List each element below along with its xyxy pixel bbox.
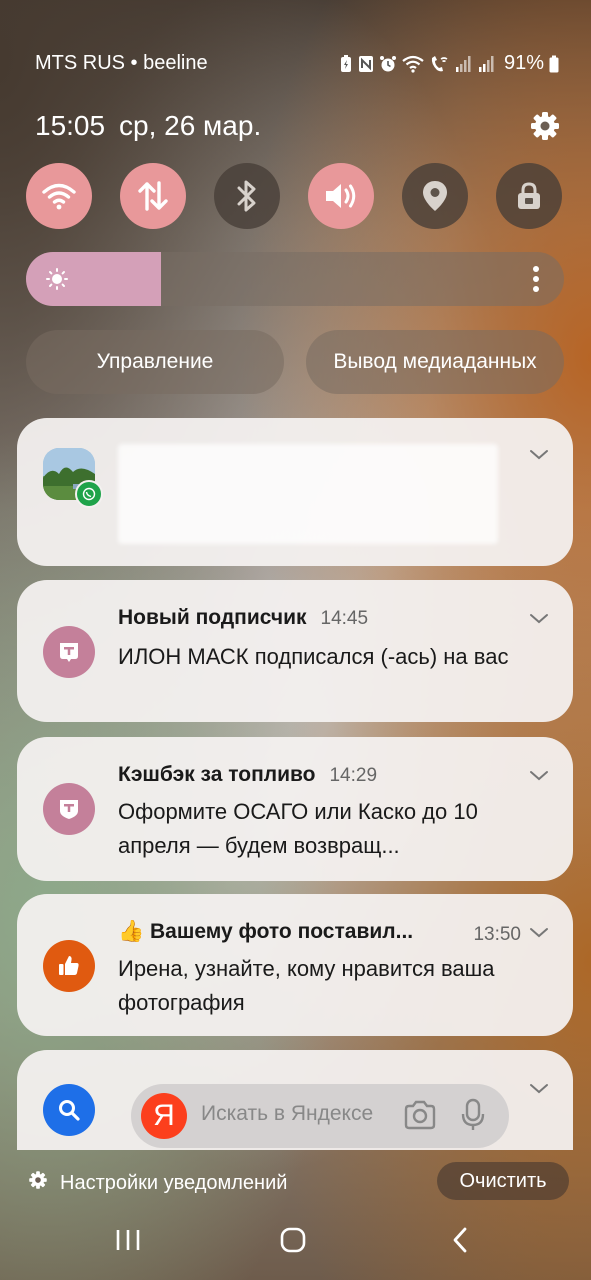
back-button[interactable] xyxy=(430,1220,490,1264)
navigation-bar xyxy=(0,1220,591,1264)
notification-body: Оформите ОСАГО или Каско до 10 апреля — … xyxy=(118,799,478,858)
notification-fuel-cashback[interactable]: Кэшбэк за топливо 14:29 Оформите ОСАГО ил… xyxy=(17,737,573,881)
notification-photo-like[interactable]: 👍 Вашему фото поставил... 13:50 Ирена, у… xyxy=(17,894,573,1036)
notification-settings-label: Настройки уведомлений xyxy=(60,1171,288,1194)
data-arrows-icon xyxy=(137,181,169,211)
quick-settings-row xyxy=(26,163,566,229)
sound-toggle[interactable] xyxy=(308,163,374,229)
notification-title-text: Кэшбэк за топливо xyxy=(118,763,316,786)
notification-time: 14:29 xyxy=(329,765,378,786)
battery-percent: 91% xyxy=(503,52,544,74)
notification-settings-link[interactable]: Настройки уведомлений xyxy=(28,1170,287,1196)
expand-chevron-icon[interactable] xyxy=(529,769,549,781)
notification-new-follower[interactable]: Новый подписчик 14:45 ИЛОН МАСК подписалс… xyxy=(17,580,573,722)
more-options-icon[interactable] xyxy=(532,265,540,293)
camera-icon[interactable] xyxy=(403,1100,437,1135)
expand-chevron-icon[interactable] xyxy=(529,926,549,938)
carrier-name: MTS RUS • beeline xyxy=(35,52,208,74)
signal-sim1-icon xyxy=(454,55,472,73)
notification-title-text: Новый подписчик xyxy=(118,606,307,629)
brightness-sun-icon xyxy=(46,268,68,295)
battery-icon xyxy=(549,55,559,73)
yandex-logo: Я xyxy=(141,1093,187,1139)
media-output-button[interactable]: Вывод медиаданных xyxy=(306,330,564,394)
alarm-icon xyxy=(379,55,397,73)
battery-saver-icon xyxy=(339,54,353,73)
notification-title: Кэшбэк за топливо 14:29 xyxy=(118,763,377,787)
search-app-icon xyxy=(43,1084,95,1136)
notification-time: 13:50 xyxy=(473,924,521,945)
tbank-app-icon xyxy=(43,783,95,835)
notification-title: Новый подписчик 14:45 xyxy=(118,606,368,630)
notification-body: ИЛОН МАСК подписался (-ась) на вас xyxy=(118,644,509,669)
rotation-lock-toggle[interactable] xyxy=(496,163,562,229)
notification-title: 👍 Вашему фото поставил... xyxy=(118,920,413,944)
bluetooth-toggle[interactable] xyxy=(214,163,280,229)
settings-gear-icon[interactable] xyxy=(529,110,561,142)
search-placeholder: Искать в Яндексе xyxy=(201,1102,374,1125)
location-pin-icon xyxy=(421,179,449,213)
date[interactable]: ср, 26 мар. xyxy=(119,110,261,142)
clock[interactable]: 15:05 xyxy=(35,110,105,142)
home-icon xyxy=(279,1226,307,1259)
volume-icon xyxy=(323,181,359,211)
recent-apps-icon xyxy=(114,1228,142,1257)
small-gear-icon xyxy=(28,1170,48,1196)
ok-app-icon xyxy=(43,940,95,992)
lock-icon xyxy=(516,181,542,211)
mobile-data-toggle[interactable] xyxy=(120,163,186,229)
recent-apps-button[interactable] xyxy=(98,1220,158,1264)
notification-title-text: 👍 Вашему фото поставил... xyxy=(118,920,414,943)
status-bar: MTS RUS • beeline 91% xyxy=(35,48,559,78)
hidden-content xyxy=(118,444,498,544)
device-control-button[interactable]: Управление xyxy=(26,330,284,394)
wifi-status-icon xyxy=(402,55,424,73)
microphone-icon[interactable] xyxy=(461,1098,485,1137)
nfc-icon xyxy=(358,55,374,73)
location-toggle[interactable] xyxy=(402,163,468,229)
expand-chevron-icon[interactable] xyxy=(529,1082,549,1094)
clock-row: 15:05 ср, 26 мар. xyxy=(35,108,561,148)
wifi-call-icon xyxy=(429,55,449,73)
home-button[interactable] xyxy=(263,1220,323,1264)
status-icons: 91% xyxy=(339,52,559,75)
bluetooth-icon xyxy=(236,179,258,213)
notification-yandex-search[interactable]: Я Искать в Яндексе xyxy=(17,1050,573,1150)
yandex-search-bar[interactable]: Я Искать в Яндексе xyxy=(131,1084,509,1148)
back-icon xyxy=(450,1226,470,1259)
notification-time: 14:45 xyxy=(320,608,369,629)
whatsapp-icon xyxy=(75,480,103,508)
clear-button[interactable]: Очистить xyxy=(437,1162,569,1200)
notification-body: Ирена, узнайте, кому нравится ваша фотог… xyxy=(118,956,495,1015)
tbank-app-icon xyxy=(43,626,95,678)
expand-chevron-icon[interactable] xyxy=(529,612,549,624)
signal-sim2-icon xyxy=(477,55,495,73)
notification-footer: Настройки уведомлений Очистить xyxy=(0,1162,591,1202)
expand-chevron-icon[interactable] xyxy=(529,448,549,460)
wifi-icon xyxy=(42,182,76,210)
brightness-slider[interactable] xyxy=(26,252,564,306)
notification-whatsapp[interactable] xyxy=(17,418,573,566)
wifi-toggle[interactable] xyxy=(26,163,92,229)
